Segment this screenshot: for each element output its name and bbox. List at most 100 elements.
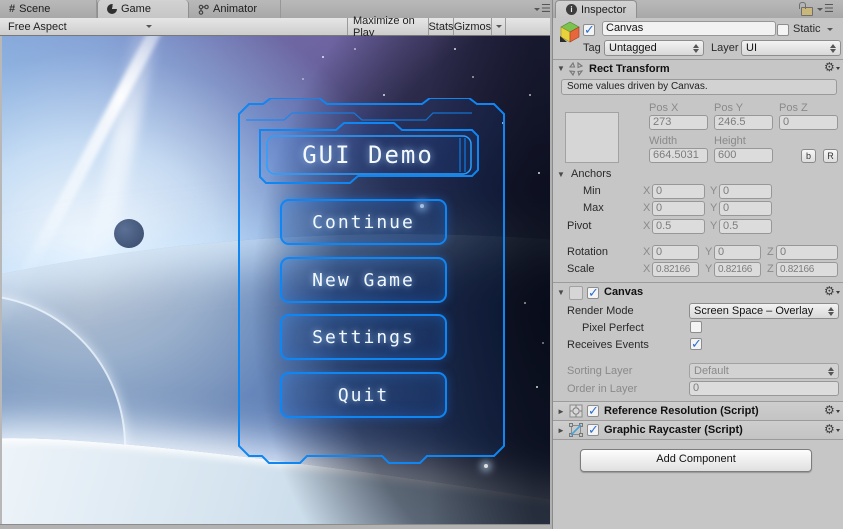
inspector-panel: i Inspector ☰ Canvas Static Tag Untagged…	[552, 0, 843, 529]
width-label: Width	[649, 135, 677, 147]
scene-icon: #	[9, 4, 15, 14]
dropdown-arrows-icon	[693, 44, 699, 53]
axis-y-label: Y	[710, 220, 717, 232]
static-checkbox[interactable]	[777, 24, 789, 36]
scale-x-field[interactable]: 0.82166	[652, 262, 699, 277]
tab-game[interactable]: Game	[97, 0, 189, 18]
pos-y-field[interactable]: 246.5	[714, 115, 773, 130]
canvas-foldout[interactable]: ▼	[557, 288, 565, 297]
continue-button[interactable]: Continue	[280, 199, 447, 245]
pivot-x-field[interactable]: 0.5	[652, 219, 705, 234]
dropdown-arrows-icon	[830, 44, 836, 53]
graphic-raycaster-header[interactable]: ► Graphic Raycaster (Script) ⚙	[553, 420, 843, 440]
pos-y-label: Pos Y	[714, 102, 743, 114]
star	[538, 172, 540, 174]
gizmos-arrow-button[interactable]	[491, 18, 506, 35]
info-icon: i	[566, 4, 577, 15]
graphic-raycaster-icon	[569, 423, 583, 437]
anchor-min-x-field[interactable]: 0	[652, 184, 705, 199]
settings-button[interactable]: Settings	[280, 314, 447, 360]
tag-dropdown[interactable]: Untagged	[604, 40, 704, 56]
canvas-gear-icon[interactable]: ⚙	[824, 285, 840, 297]
star	[302, 78, 304, 80]
new-game-button[interactable]: New Game	[280, 257, 447, 303]
canvas-enabled-checkbox[interactable]	[587, 287, 599, 299]
anchor-max-x-field[interactable]: 0	[652, 201, 705, 216]
axis-y-label: Y	[705, 246, 712, 258]
graphic-raycaster-checkbox[interactable]	[587, 424, 599, 436]
anchors-foldout[interactable]: ▼	[557, 170, 565, 179]
tab-animator[interactable]: Animator	[189, 0, 281, 18]
reference-resolution-title: Reference Resolution (Script)	[604, 405, 759, 417]
static-dropdown-arrow-icon[interactable]	[827, 28, 833, 31]
scale-label: Scale	[567, 263, 595, 275]
pivot-y-field[interactable]: 0.5	[719, 219, 772, 234]
min-label: Min	[583, 185, 601, 197]
quit-button[interactable]: Quit	[280, 372, 447, 418]
axis-x-label: X	[643, 246, 650, 258]
left-panel-menu-icon[interactable]: ☰	[534, 5, 551, 14]
rotation-x-field[interactable]: 0	[652, 245, 699, 260]
reference-resolution-checkbox[interactable]	[587, 405, 599, 417]
graphic-raycaster-foldout[interactable]: ►	[557, 426, 565, 435]
width-field[interactable]: 664.5031	[649, 148, 708, 163]
reference-resolution-gear-icon[interactable]: ⚙	[824, 404, 840, 416]
aspect-dropdown[interactable]: Free Aspect	[0, 18, 160, 35]
tag-label: Tag	[583, 42, 601, 54]
pixel-perfect-checkbox[interactable]	[690, 321, 702, 333]
tab-inspector[interactable]: i Inspector	[555, 0, 637, 18]
receives-events-checkbox[interactable]	[690, 338, 702, 350]
separator	[553, 59, 843, 60]
driven-values-helpbox: Some values driven by Canvas.	[561, 79, 837, 95]
pixel-perfect-label: Pixel Perfect	[582, 322, 644, 334]
unity-editor-window: # Scene Game Animator ☰ Free Aspect Maxi…	[0, 0, 843, 529]
raw-edit-mode-button[interactable]: R	[823, 149, 838, 163]
blueprint-mode-button[interactable]: b	[801, 149, 816, 163]
rect-transform-foldout[interactable]: ▼	[557, 64, 565, 73]
pos-z-field[interactable]: 0	[779, 115, 838, 130]
rotation-y-field[interactable]: 0	[714, 245, 761, 260]
pos-z-label: Pos Z	[779, 102, 808, 114]
gizmos-button[interactable]: Gizmos	[453, 18, 491, 35]
rect-transform-gear-icon[interactable]: ⚙	[824, 61, 840, 73]
canvas-title: Canvas	[604, 286, 643, 298]
rect-preview-box	[565, 112, 619, 163]
game-view-toolbar: Free Aspect Maximize on Play Stats Gizmo…	[0, 18, 552, 36]
maximize-on-play-button[interactable]: Maximize on Play	[347, 18, 428, 35]
layer-dropdown[interactable]: UI	[741, 40, 841, 56]
lock-icon[interactable]	[801, 7, 813, 16]
axis-z-label: Z	[767, 263, 774, 275]
scale-y-field[interactable]: 0.82166	[714, 262, 761, 277]
rect-transform-icon	[568, 61, 584, 77]
star	[383, 94, 385, 96]
anchors-label: Anchors	[571, 168, 611, 180]
canvas-component-icon	[569, 286, 583, 300]
scale-z-field[interactable]: 0.82166	[776, 262, 838, 277]
order-in-layer-field: 0	[689, 381, 839, 396]
rotation-z-field[interactable]: 0	[776, 245, 838, 260]
stats-button[interactable]: Stats	[428, 18, 453, 35]
active-checkbox[interactable]	[583, 24, 595, 36]
anchor-max-y-field[interactable]: 0	[719, 201, 772, 216]
add-component-button[interactable]: Add Component	[580, 449, 812, 472]
inspector-menu-icon[interactable]: ☰	[817, 5, 834, 14]
axis-x-label: X	[643, 202, 650, 214]
separator	[553, 282, 843, 283]
render-mode-dropdown[interactable]: Screen Space – Overlay	[689, 303, 839, 319]
height-label: Height	[714, 135, 746, 147]
axis-y-label: Y	[710, 202, 717, 214]
layer-label: Layer	[711, 42, 739, 54]
graphic-raycaster-gear-icon[interactable]: ⚙	[824, 423, 840, 435]
reference-resolution-foldout[interactable]: ►	[557, 407, 565, 416]
tab-scene[interactable]: # Scene	[0, 0, 97, 18]
anchor-min-y-field[interactable]: 0	[719, 184, 772, 199]
pos-x-field[interactable]: 273	[649, 115, 708, 130]
gameobject-name-field[interactable]: Canvas	[602, 21, 776, 36]
gameobject-cube-icon[interactable]	[558, 20, 582, 44]
reference-resolution-header[interactable]: ► Reference Resolution (Script) ⚙	[553, 401, 843, 421]
star	[524, 302, 526, 304]
render-mode-label: Render Mode	[567, 305, 634, 317]
star	[542, 342, 544, 344]
dropdown-arrows-icon	[828, 367, 834, 376]
height-field[interactable]: 600	[714, 148, 773, 163]
